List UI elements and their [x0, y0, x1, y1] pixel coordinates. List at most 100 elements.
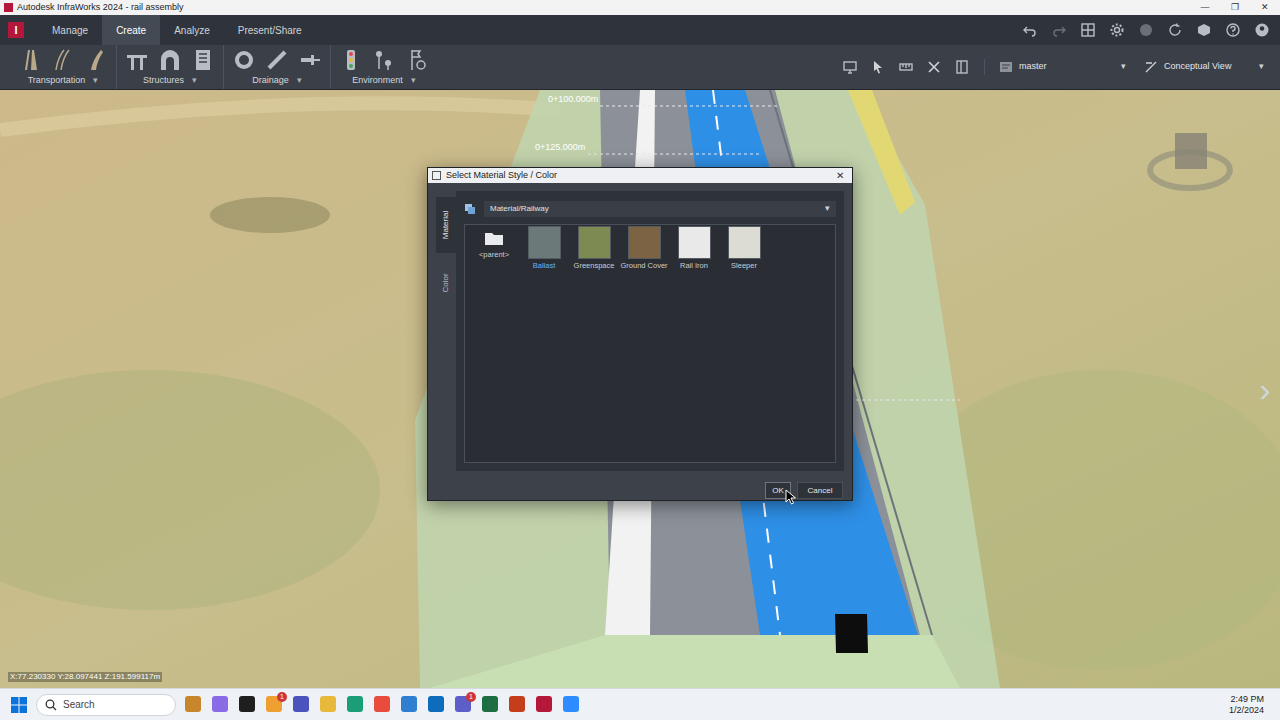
dropdown-arrow: ▾: [93, 75, 98, 86]
tool-icon[interactable]: [51, 48, 75, 72]
ribbon-group-label[interactable]: Environment▾: [352, 75, 416, 86]
measure-icon[interactable]: [898, 59, 914, 75]
material-item[interactable]: Rail Iron: [673, 226, 715, 271]
ribbon-group-label[interactable]: Structures▾: [143, 75, 197, 86]
side-tab-label: Material: [440, 211, 452, 239]
material-item[interactable]: Ballast: [523, 226, 565, 271]
taskbar-app[interactable]: [401, 696, 419, 714]
app-tile-icon: [401, 696, 417, 712]
ribbon-group-label[interactable]: Transportation▾: [28, 75, 99, 86]
dialog-button[interactable]: Cancel: [797, 482, 843, 499]
undo-icon[interactable]: [1022, 22, 1038, 38]
window-control-button[interactable]: ❐: [1220, 2, 1250, 13]
tool-icon[interactable]: [298, 48, 322, 72]
redo-icon[interactable]: [1051, 22, 1067, 38]
side-tab[interactable]: Material: [436, 197, 456, 253]
tool-icon[interactable]: [125, 48, 149, 72]
dialog-title-bar: Select Material Style / Color ✕: [428, 168, 852, 183]
dropdown-arrow: ▾: [297, 75, 302, 86]
app-logo: I: [8, 22, 24, 38]
taskbar-app[interactable]: 1: [266, 696, 284, 714]
tool-icon[interactable]: [405, 48, 429, 72]
viewport[interactable]: 0+100.000m0+125.000m›X:77.230330 Y:28.09…: [0, 90, 1280, 688]
windows-icon[interactable]: [10, 696, 28, 714]
help-icon[interactable]: [1225, 22, 1241, 38]
material-label: Ground Cover: [620, 261, 667, 271]
taskbar-app[interactable]: [374, 696, 392, 714]
taskbar-app[interactable]: [347, 696, 365, 714]
dialog-close-button[interactable]: ✕: [832, 168, 848, 183]
dialog-title: Select Material Style / Color: [446, 169, 557, 183]
tool-icon[interactable]: [191, 48, 215, 72]
grid-icon[interactable]: [1080, 22, 1096, 38]
window-controls: —❐✕: [1190, 0, 1280, 15]
taskbar-clock[interactable]: 2:49 PM1/2/2024: [1229, 694, 1270, 716]
monitor-icon[interactable]: [842, 59, 858, 75]
taskbar-search[interactable]: Search: [36, 694, 176, 716]
material-swatch: [528, 226, 561, 259]
app-tile-icon: [185, 696, 201, 712]
notification-badge: 1: [277, 692, 287, 702]
app-tile-icon: [509, 696, 525, 712]
notification-badge: 1: [466, 692, 476, 702]
dropdown-arrow: ▾: [1121, 60, 1126, 74]
coordinate-readout: X:77.230330 Y:28.097441 Z:191.599117m: [8, 672, 162, 682]
ribbon-tab-label: Create: [116, 23, 146, 38]
material-label: Rail Iron: [680, 261, 708, 271]
taskbar-app[interactable]: [239, 696, 257, 714]
globe-icon[interactable]: [1138, 22, 1154, 38]
material-item[interactable]: Ground Cover: [623, 226, 665, 271]
side-tab-strip: Material Color: [436, 191, 456, 471]
library-icon: [464, 203, 476, 215]
tool-icon[interactable]: [265, 48, 289, 72]
ribbon-group-icons: [18, 48, 108, 72]
tool-icon[interactable]: [84, 48, 108, 72]
quick-tools: [1022, 22, 1280, 38]
cross-tool-icon[interactable]: [926, 59, 942, 75]
tool-icon[interactable]: [232, 48, 256, 72]
taskbar-app[interactable]: [320, 696, 338, 714]
window-control-button[interactable]: ✕: [1250, 2, 1280, 13]
app-tile-icon: [320, 696, 336, 712]
taskbar-app[interactable]: [482, 696, 500, 714]
side-tab[interactable]: Color: [436, 255, 456, 311]
ribbon-group-label[interactable]: Drainage▾: [252, 75, 302, 86]
ribbon-tab[interactable]: Present/Share: [224, 15, 316, 45]
dialog-body: Material Color Material/Railway▾ <parent>Ba…: [428, 183, 852, 505]
taskbar-app[interactable]: 1: [455, 696, 473, 714]
cloud-icon[interactable]: [1196, 22, 1212, 38]
material-item[interactable]: Sleeper: [723, 226, 765, 271]
taskbar-app[interactable]: [536, 696, 554, 714]
app-icon: [4, 3, 13, 12]
panel-icon[interactable]: [954, 59, 970, 75]
taskbar-app[interactable]: [428, 696, 446, 714]
taskbar-app[interactable]: [212, 696, 230, 714]
pointer-icon[interactable]: [870, 59, 886, 75]
material-item[interactable]: Greenspace: [573, 226, 615, 271]
ribbon-tab[interactable]: Analyze: [160, 15, 224, 45]
window-control-button[interactable]: —: [1190, 2, 1220, 13]
tool-icon[interactable]: [158, 48, 182, 72]
refresh-icon[interactable]: [1167, 22, 1183, 38]
ribbon-tab[interactable]: Create: [102, 15, 160, 45]
navigation-cube-icon[interactable]: [1145, 128, 1235, 198]
branch-dropdown[interactable]: master ▾: [995, 58, 1130, 76]
ribbon-tab[interactable]: Manage: [38, 15, 102, 45]
side-panel-toggle[interactable]: ›: [1250, 90, 1280, 688]
view-dropdown[interactable]: Conceptual View▾: [1140, 58, 1268, 76]
taskbar-app[interactable]: [293, 696, 311, 714]
taskbar-app[interactable]: [509, 696, 527, 714]
user-icon[interactable]: [1254, 22, 1270, 38]
branch-dropdown-value: master: [1019, 60, 1115, 74]
view-tools: master ▾ Conceptual View▾: [842, 58, 1280, 76]
taskbar-app[interactable]: [185, 696, 203, 714]
gear-icon[interactable]: [1109, 22, 1125, 38]
taskbar-app[interactable]: [563, 696, 581, 714]
material-label: Greenspace: [574, 261, 615, 271]
path-dropdown[interactable]: Material/Railway▾: [484, 201, 836, 217]
tool-icon[interactable]: [339, 48, 363, 72]
tool-icon[interactable]: [372, 48, 396, 72]
app-tile-icon: [482, 696, 498, 712]
tool-icon[interactable]: [18, 48, 42, 72]
material-item[interactable]: <parent>: [473, 226, 515, 260]
